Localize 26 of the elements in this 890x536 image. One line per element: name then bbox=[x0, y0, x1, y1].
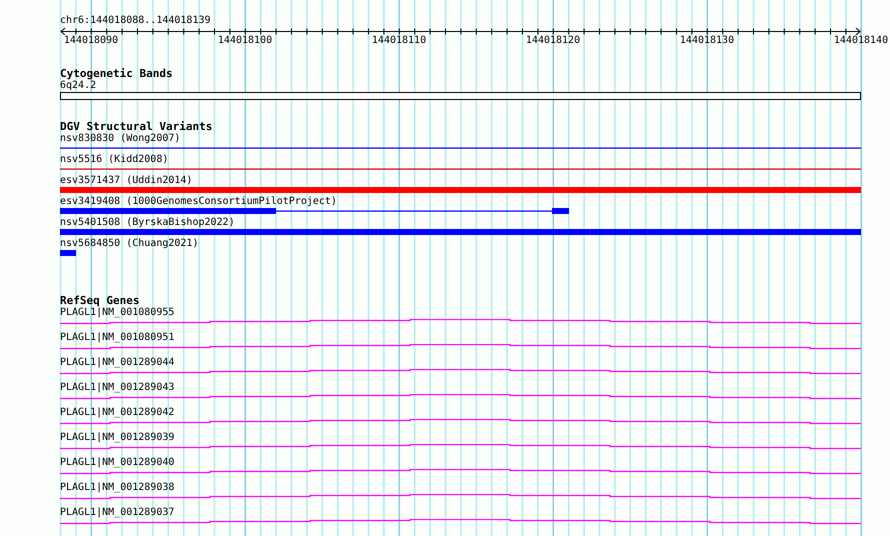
feature-label: PLAGL1|NM_001289043 bbox=[60, 382, 174, 394]
feature-label: nsv5401508 (ByrskaBishop2022) bbox=[60, 217, 235, 228]
tick-label: 144018100 bbox=[218, 35, 272, 47]
feature-label: esv3571437 (Uddin2014) bbox=[60, 175, 192, 186]
tick-label: 144018110 bbox=[372, 35, 426, 47]
feature-label: esv3419408 (1000GenomesConsortiumPilotProject) bbox=[60, 196, 337, 207]
band-label: 6q24.2 bbox=[60, 80, 96, 91]
tick-label: 144018120 bbox=[526, 35, 580, 47]
feature-label: PLAGL1|NM_001080955 bbox=[60, 307, 174, 319]
feature-label: PLAGL1|NM_001289044 bbox=[60, 357, 174, 369]
feature-label: PLAGL1|NM_001289040 bbox=[60, 457, 174, 469]
track-title: DGV Structural Variants bbox=[60, 121, 212, 133]
track-title: Cytogenetic Bands bbox=[60, 68, 173, 80]
feature-label: PLAGL1|NM_001289037 bbox=[60, 507, 174, 519]
track-title: RefSeq Genes bbox=[60, 295, 140, 307]
feature-label: PLAGL1|NM_001289039 bbox=[60, 432, 174, 444]
feature-label: nsv5516 (Kidd2008) bbox=[60, 154, 168, 165]
tick-label: 144018090 bbox=[64, 35, 118, 47]
feature-label: nsv830830 (Wong2007) bbox=[60, 133, 180, 144]
tick-label: 144018140 bbox=[834, 35, 888, 47]
feature-label: nsv5684850 (Chuang2021) bbox=[60, 238, 198, 249]
feature-label: PLAGL1|NM_001080951 bbox=[60, 332, 174, 344]
feature-label: PLAGL1|NM_001289042 bbox=[60, 407, 174, 419]
tick-label: 144018130 bbox=[680, 35, 734, 47]
location-label: chr6:144018088..144018139 bbox=[60, 15, 211, 27]
feature-label: PLAGL1|NM_001289038 bbox=[60, 482, 174, 494]
